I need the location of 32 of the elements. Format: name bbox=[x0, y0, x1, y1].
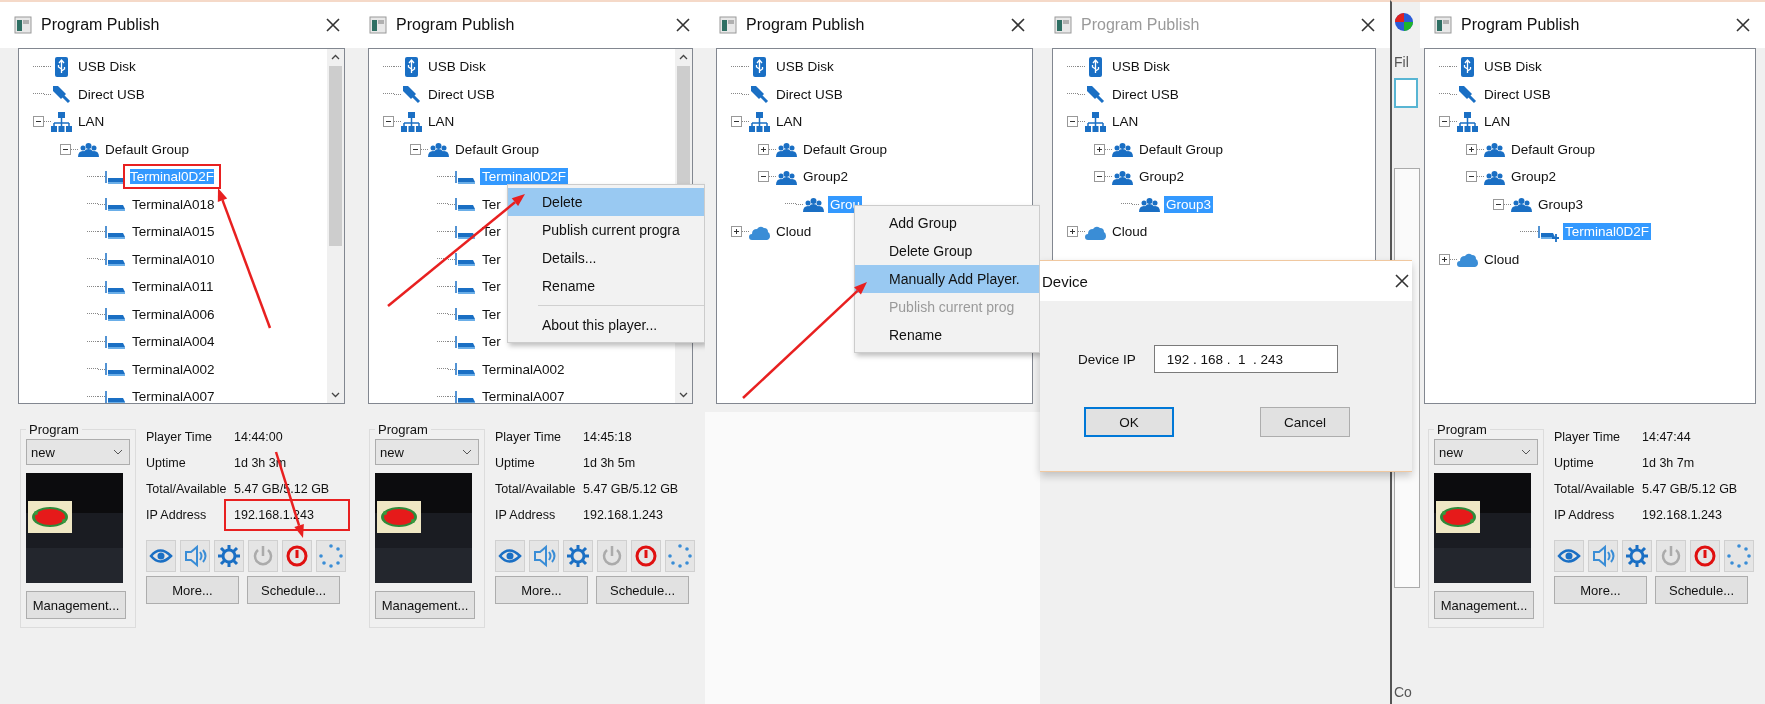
field-value: 14:44:00 bbox=[234, 430, 284, 444]
field-value: 14:47:44 bbox=[1642, 430, 1692, 444]
field-label: Total/Available bbox=[495, 482, 577, 496]
window-title: Program Publish bbox=[396, 16, 516, 34]
group-label: Program bbox=[28, 422, 80, 437]
field-label: Uptime bbox=[146, 456, 187, 470]
field-label: Player Time bbox=[1554, 430, 1621, 444]
status-text: Co bbox=[1394, 684, 1412, 700]
window-title: Program Publish bbox=[1461, 16, 1581, 34]
window-title: Program Publish bbox=[1081, 16, 1201, 34]
field-value: 192.168.1.243 bbox=[1642, 508, 1723, 522]
field-label: Total/Available bbox=[146, 482, 228, 496]
field-label: Total/Available bbox=[1554, 482, 1636, 496]
field-value: 14:45:18 bbox=[583, 430, 633, 444]
field-label: IP Address bbox=[1554, 508, 1616, 522]
window-title: Program Publish bbox=[746, 16, 866, 34]
field-label: IP Address bbox=[146, 508, 208, 522]
window-title: Program Publish bbox=[41, 16, 161, 34]
group-label: Program bbox=[1436, 422, 1488, 437]
field-label: Player Time bbox=[495, 430, 562, 444]
field-value: 5.47 GB/5.12 GB bbox=[583, 482, 680, 496]
field-label: Uptime bbox=[1554, 456, 1595, 470]
field-value: 5.47 GB/5.12 GB bbox=[1642, 482, 1739, 496]
field-label: Player Time bbox=[146, 430, 213, 444]
field-value: 1d 3h 5m bbox=[583, 456, 637, 470]
field-label: Uptime bbox=[495, 456, 536, 470]
field-label: IP Address bbox=[495, 508, 557, 522]
field-value: 1d 3h 7m bbox=[1642, 456, 1696, 470]
group-label: Program bbox=[377, 422, 429, 437]
field-label: Device IP bbox=[1078, 351, 1136, 367]
field-value: 192.168.1.243 bbox=[583, 508, 664, 522]
dialog-title: Device bbox=[1042, 272, 1088, 290]
